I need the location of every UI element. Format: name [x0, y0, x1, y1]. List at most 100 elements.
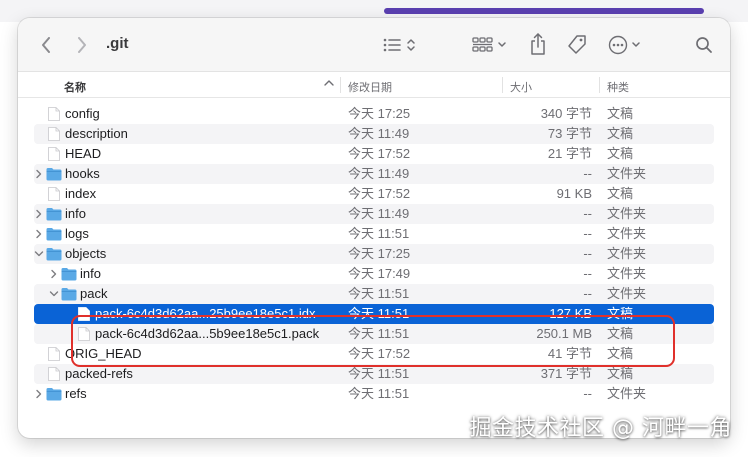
file-name: refs	[65, 386, 87, 401]
file-size: --	[583, 286, 592, 301]
file-name: objects	[65, 246, 107, 261]
modified-date: 今天 11:49	[348, 206, 410, 221]
more-icon[interactable]	[608, 34, 646, 56]
file-name: packed-refs	[65, 366, 133, 381]
file-kind: 文件夹	[607, 226, 647, 241]
file-size: 371 字节	[540, 366, 592, 381]
file-kind: 文稿	[607, 326, 634, 341]
forward-icon[interactable]	[74, 34, 90, 56]
file-kind: 文稿	[607, 366, 634, 381]
column-name-header[interactable]: 名称	[64, 79, 86, 95]
window-title: .git	[106, 35, 129, 52]
file-row[interactable]: description 今天 11:49 73 字节 文稿	[18, 124, 730, 144]
modified-date: 今天 17:25	[348, 246, 411, 261]
file-name: pack	[80, 286, 108, 301]
file-size: 250.1 MB	[536, 326, 592, 341]
background-accent-bar	[384, 8, 704, 14]
folder-row[interactable]: hooks 今天 11:49 -- 文件夹	[18, 164, 730, 184]
file-size: 73 字节	[547, 126, 592, 141]
file-row[interactable]: HEAD 今天 17:52 21 字节 文稿	[18, 144, 730, 164]
chevron-right-icon[interactable]	[34, 224, 44, 244]
modified-date: 今天 17:52	[348, 146, 411, 161]
search-icon[interactable]	[694, 34, 714, 56]
modified-date: 今天 11:51	[348, 326, 410, 341]
folder-row[interactable]: pack 今天 11:51 -- 文件夹	[18, 284, 730, 304]
modified-date: 今天 17:52	[348, 186, 411, 201]
file-name: config	[65, 106, 100, 121]
file-kind: 文件夹	[607, 266, 647, 281]
modified-date: 今天 11:51	[348, 226, 410, 241]
chevron-down-icon[interactable]	[49, 284, 59, 304]
chevron-right-icon[interactable]	[34, 204, 44, 224]
list-view-icon[interactable]	[382, 34, 420, 56]
group-icon[interactable]	[472, 34, 510, 56]
file-size: --	[583, 386, 592, 401]
file-size: --	[583, 166, 592, 181]
file-name: index	[65, 186, 97, 201]
finder-window: .git 名称 修改日期 大小 种类 config 今天 17:25 340 字…	[18, 18, 730, 438]
folder-row[interactable]: info 今天 11:49 -- 文件夹	[18, 204, 730, 224]
column-date-header[interactable]: 修改日期	[348, 79, 392, 95]
file-size: 340 字节	[540, 106, 592, 121]
file-size: 21 字节	[547, 146, 592, 161]
share-icon[interactable]	[528, 31, 548, 57]
column-kind-header[interactable]: 种类	[607, 79, 629, 95]
file-name: ORIG_HEAD	[65, 346, 142, 361]
column-divider[interactable]	[502, 77, 503, 93]
column-divider[interactable]	[599, 77, 600, 93]
file-row[interactable]: packed-refs 今天 11:51 371 字节 文稿	[18, 364, 730, 384]
chevron-right-icon[interactable]	[34, 164, 44, 184]
modified-date: 今天 11:49	[348, 126, 410, 141]
file-kind: 文稿	[607, 126, 634, 141]
chevron-right-icon[interactable]	[49, 264, 59, 284]
folder-row[interactable]: objects 今天 17:25 -- 文件夹	[18, 244, 730, 264]
file-size: --	[583, 266, 592, 281]
file-kind: 文稿	[607, 106, 634, 121]
column-size-header[interactable]: 大小	[510, 79, 532, 95]
chevron-right-icon[interactable]	[34, 384, 44, 404]
file-kind: 文件夹	[607, 246, 647, 261]
file-name: HEAD	[65, 146, 102, 161]
file-name: info	[80, 266, 101, 281]
file-kind: 文件夹	[607, 166, 647, 181]
toolbar: .git	[18, 18, 730, 72]
file-row[interactable]: pack-6c4d3d62aa...25b9ee18e5c1.idx 今天 11:…	[18, 304, 730, 324]
file-kind: 文稿	[607, 306, 634, 321]
file-size: --	[583, 246, 592, 261]
file-size: --	[583, 226, 592, 241]
file-row[interactable]: index 今天 17:52 91 KB 文稿	[18, 184, 730, 204]
file-name: pack-6c4d3d62aa...25b9ee18e5c1.idx	[95, 306, 316, 321]
file-name: info	[65, 206, 86, 221]
tag-icon[interactable]	[566, 34, 588, 56]
column-divider[interactable]	[340, 77, 341, 93]
file-size: 127 KB	[549, 306, 592, 321]
column-header: 名称 修改日期 大小 种类	[18, 72, 730, 98]
folder-icon	[46, 387, 62, 407]
folder-row[interactable]: info 今天 17:49 -- 文件夹	[18, 264, 730, 284]
file-list: config 今天 17:25 340 字节 文稿 description 今天 11:4…	[18, 104, 730, 404]
file-size: --	[583, 206, 592, 221]
modified-date: 今天 17:49	[348, 266, 411, 281]
back-icon[interactable]	[38, 34, 54, 56]
file-row[interactable]: config 今天 17:25 340 字节 文稿	[18, 104, 730, 124]
modified-date: 今天 11:51	[348, 306, 410, 321]
file-row[interactable]: pack-6c4d3d62aa...5b9ee18e5c1.pack 今天 11:…	[18, 324, 730, 344]
chevron-down-icon[interactable]	[34, 244, 44, 264]
file-kind: 文件夹	[607, 286, 647, 301]
file-name: logs	[65, 226, 89, 241]
file-name: description	[65, 126, 128, 141]
file-name: pack-6c4d3d62aa...5b9ee18e5c1.pack	[95, 326, 320, 341]
folder-row[interactable]: logs 今天 11:51 -- 文件夹	[18, 224, 730, 244]
folder-row[interactable]: refs 今天 11:51 -- 文件夹	[18, 384, 730, 404]
sort-indicator-icon[interactable]	[324, 78, 334, 91]
modified-date: 今天 11:51	[348, 286, 410, 301]
file-name: hooks	[65, 166, 100, 181]
watermark: 掘金技术社区 @ 河畔一角	[469, 416, 732, 441]
modified-date: 今天 17:25	[348, 106, 411, 121]
modified-date: 今天 17:52	[348, 346, 411, 361]
file-kind: 文稿	[607, 346, 634, 361]
file-kind: 文件夹	[607, 386, 647, 401]
file-row[interactable]: ORIG_HEAD 今天 17:52 41 字节 文稿	[18, 344, 730, 364]
modified-date: 今天 11:49	[348, 166, 410, 181]
modified-date: 今天 11:51	[348, 366, 410, 381]
